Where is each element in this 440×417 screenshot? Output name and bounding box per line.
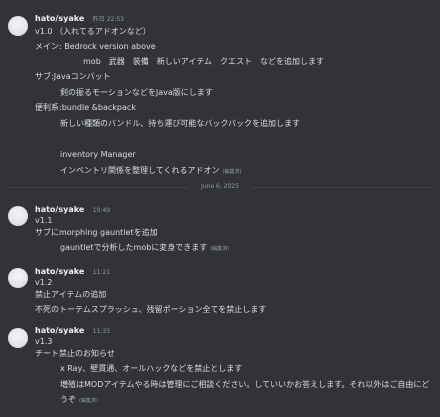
message-line: サブにmorphing gauntletを追加 — [35, 228, 158, 237]
message-line: チート禁止のお知らせ — [35, 349, 115, 358]
username[interactable]: hato/syake — [35, 326, 84, 335]
message-line: inventory Manager — [60, 150, 136, 159]
avatar[interactable] — [8, 268, 28, 288]
edited-label: (編集済) — [222, 169, 242, 175]
edited-label: (編集済) — [210, 246, 230, 252]
avatar[interactable] — [8, 206, 28, 226]
message-line: gauntletで分析したmobに変身できます (編集済) — [60, 242, 229, 253]
message-line: サブ:Javaコンバット — [35, 72, 111, 81]
message-header: hato/syake 11:21 — [35, 267, 110, 276]
message-line: 禁止アイテムの追加 — [35, 290, 107, 299]
message-line: うぞ (編集済) — [60, 394, 98, 405]
message-line: 便利系:bundle &backpack — [35, 103, 136, 112]
date-divider: June 6, 2025 — [0, 183, 440, 190]
avatar[interactable] — [8, 16, 28, 36]
message-header: hato/syake 11:33 — [35, 326, 110, 335]
timestamp[interactable]: 10:49 — [93, 207, 110, 214]
message-line: x Ray、壁貫通、オールハックなどを禁止とします — [60, 364, 243, 373]
message-line: v1.3 — [35, 337, 53, 346]
message-header: hato/syake 昨日 22:53 — [35, 14, 124, 23]
date-divider-label: June 6, 2025 — [196, 183, 244, 190]
username[interactable]: hato/syake — [35, 267, 84, 276]
message-line: 増殖はMODアイテムやる時は管理にご相談ください。していいかお答えします。それ以… — [60, 380, 430, 389]
message-line: v1.0 （入れてるアドオンなど） — [35, 27, 151, 36]
username[interactable]: hato/syake — [35, 14, 84, 23]
timestamp[interactable]: 11:21 — [93, 269, 110, 276]
message-line: インベントリ関係を整理してくれるアドオン (編集済) — [60, 165, 241, 176]
message-line: メイン: Bedrock version above — [35, 42, 156, 51]
message-line: 不死のトーテムスプラッシュ、残留ポーション全てを禁止します — [35, 305, 267, 314]
message-line: 剣の振るモーションなどをJava版にします — [60, 88, 213, 97]
edited-label: (編集済) — [79, 398, 98, 404]
message-text: うぞ — [60, 395, 76, 404]
message-line: v1.2 — [35, 278, 53, 287]
timestamp[interactable]: 昨日 22:53 — [93, 16, 124, 23]
message-text: インベントリ関係を整理してくれるアドオン — [60, 166, 220, 175]
timestamp[interactable]: 11:33 — [93, 328, 110, 335]
message-line: mob 武器 装備 新しいアイテム クエスト などを追加します — [83, 57, 324, 66]
username[interactable]: hato/syake — [35, 205, 84, 214]
message-header: hato/syake 10:49 — [35, 205, 110, 214]
message-line: v1.1 — [35, 216, 53, 225]
avatar[interactable] — [8, 328, 28, 348]
message-line: 新しい種類のバンドル、持ち運び可能なバックバックを追加します — [60, 119, 300, 128]
message-text: gauntletで分析したmobに変身できます — [60, 243, 208, 252]
